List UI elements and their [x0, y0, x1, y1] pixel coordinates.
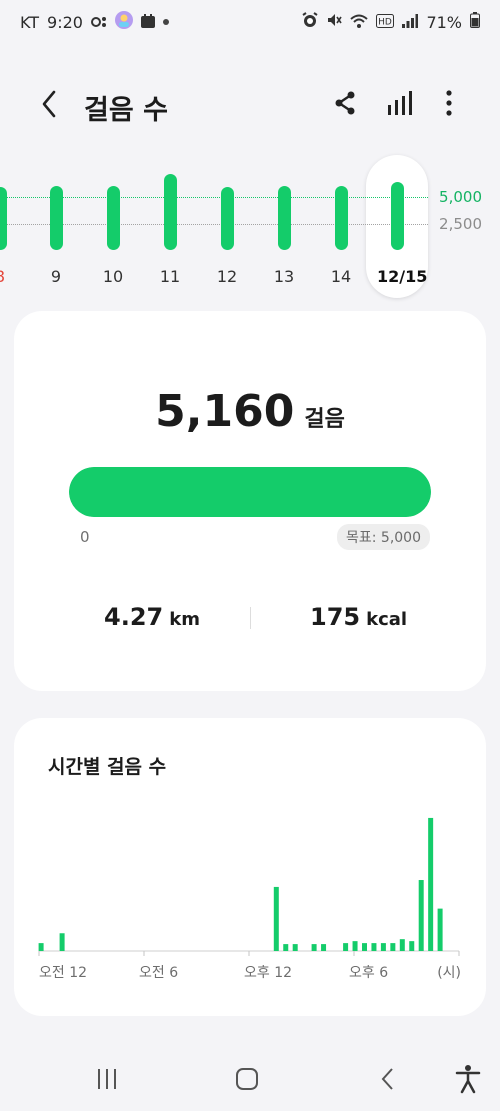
nav-back-button[interactable] [372, 1063, 404, 1095]
accessibility-icon [455, 1065, 481, 1094]
back-button[interactable] [34, 88, 66, 120]
accessibility-button[interactable] [452, 1063, 484, 1095]
hourly-bar-13 [399, 939, 405, 951]
hourly-axis-label-2: 오후 12 [244, 965, 292, 981]
chart-icon [388, 91, 412, 115]
hourly-bar-5 [311, 944, 317, 951]
goal-chip[interactable]: 목표: 5,000 [336, 524, 430, 550]
distance-unit: km [169, 609, 200, 630]
hourly-steps-chart[interactable]: 오전 12 오전 6 오후 12 오후 6 (시) [14, 718, 486, 1016]
progress-min-label: 0 [80, 528, 90, 546]
goal-label-2500: 2,500 [439, 215, 482, 233]
steps-total: 5,160 걸음 [14, 386, 486, 437]
hourly-bar-6 [321, 944, 327, 951]
hourly-steps-card: 시간별 걸음 수 오전 12 오전 6 오후 12 오후 6 (시) [14, 718, 486, 1016]
goal-line-5000 [0, 197, 428, 198]
daily-summary-card: 5,160 걸음 0 목표: 5,000 4.27 km 175 kcal [14, 311, 486, 691]
battery-icon [470, 12, 480, 32]
hourly-bar-4 [292, 944, 298, 951]
home-button[interactable] [231, 1063, 263, 1095]
carrier-label: KT [20, 12, 40, 32]
hourly-bar-7 [343, 943, 349, 951]
more-icon [446, 90, 452, 116]
weekly-steps-strip[interactable]: 5,000 2,500 89 10 11 12 13 14 12/15 [0, 150, 500, 300]
home-icon [236, 1068, 258, 1090]
page-title: 걸음 수 [84, 95, 168, 126]
calories-unit: kcal [366, 609, 408, 630]
day-bar-10[interactable] [106, 186, 120, 250]
calories-stat: 175 kcal [310, 603, 407, 631]
goal-line-2500 [0, 224, 428, 225]
hourly-bar-17 [437, 908, 443, 951]
status-bar: KT 9:20 HD 71% [0, 0, 500, 44]
day-bar-14[interactable] [334, 186, 348, 250]
hourly-axis-unit: (시) [437, 965, 461, 981]
goal-label-5000: 5,000 [439, 188, 482, 206]
hourly-bar-12 [390, 943, 396, 951]
hourly-bar-3 [283, 944, 289, 951]
status-left: KT 9:20 [20, 11, 169, 33]
recents-icon [98, 1069, 116, 1089]
hourly-bar-11 [380, 943, 386, 951]
day-label-10[interactable]: 10 [93, 267, 133, 286]
hourly-bar-15 [418, 880, 424, 951]
goal-progress-fill [69, 467, 431, 517]
hd-voice-icon: HD [376, 13, 395, 32]
share-button[interactable] [330, 88, 360, 118]
wifi-icon [350, 13, 369, 32]
status-right: HD 71% [302, 12, 480, 32]
app-notification-icon [140, 13, 155, 32]
hourly-axis-label-0: 오전 12 [39, 965, 87, 981]
stat-divider [250, 607, 251, 629]
goal-progress-bar [69, 467, 431, 517]
day-label-11[interactable]: 11 [150, 267, 190, 286]
day-bar-13[interactable] [277, 186, 291, 250]
back-icon [42, 90, 56, 118]
hourly-bar-10 [371, 943, 377, 951]
hourly-bar-8 [352, 941, 358, 951]
clock: 9:20 [47, 12, 83, 32]
signal-icon [402, 13, 419, 32]
nav-back-icon [381, 1068, 393, 1090]
svg-text:HD: HD [379, 17, 393, 27]
day-label-12[interactable]: 12 [207, 267, 247, 286]
share-icon [335, 91, 355, 115]
day-bar-8[interactable] [0, 187, 7, 250]
hourly-bar-0 [38, 943, 44, 951]
mute-icon [326, 12, 343, 32]
profile-avatar-icon [114, 11, 133, 33]
day-bar-9[interactable] [49, 186, 63, 250]
alarm-icon [302, 12, 318, 32]
hourly-axis-label-1: 오전 6 [139, 965, 178, 981]
more-notifications-dot [162, 19, 169, 25]
battery-percent: 71% [426, 12, 462, 32]
hourly-bar-16 [428, 817, 434, 951]
trends-button[interactable] [385, 88, 415, 118]
system-nav-bar [0, 1045, 500, 1111]
distance-stat: 4.27 km [104, 603, 200, 631]
steps-count: 5,160 [155, 386, 295, 437]
app-header: 걸음 수 [0, 76, 500, 132]
day-bar-12-15[interactable] [390, 182, 404, 250]
day-bar-12[interactable] [220, 187, 234, 250]
hourly-bar-2 [273, 886, 279, 951]
recents-button[interactable] [91, 1063, 123, 1095]
cast-icon [90, 13, 107, 32]
hourly-bar-1 [59, 933, 65, 951]
day-label-13[interactable]: 13 [264, 267, 304, 286]
more-options-button[interactable] [436, 88, 466, 118]
steps-unit: 걸음 [304, 407, 345, 432]
day-label-12-15[interactable]: 12/15 [377, 267, 427, 286]
hourly-bar-9 [362, 943, 367, 951]
day-label-14[interactable]: 14 [321, 267, 361, 286]
day-label-8[interactable]: 8 [0, 267, 20, 286]
day-label-9[interactable]: 9 [36, 267, 76, 286]
hourly-bar-14 [409, 941, 415, 951]
hourly-axis-label-3: 오후 6 [349, 965, 388, 981]
day-bar-11[interactable] [163, 174, 177, 250]
distance-value: 4.27 [104, 603, 164, 631]
calories-value: 175 [310, 603, 361, 631]
